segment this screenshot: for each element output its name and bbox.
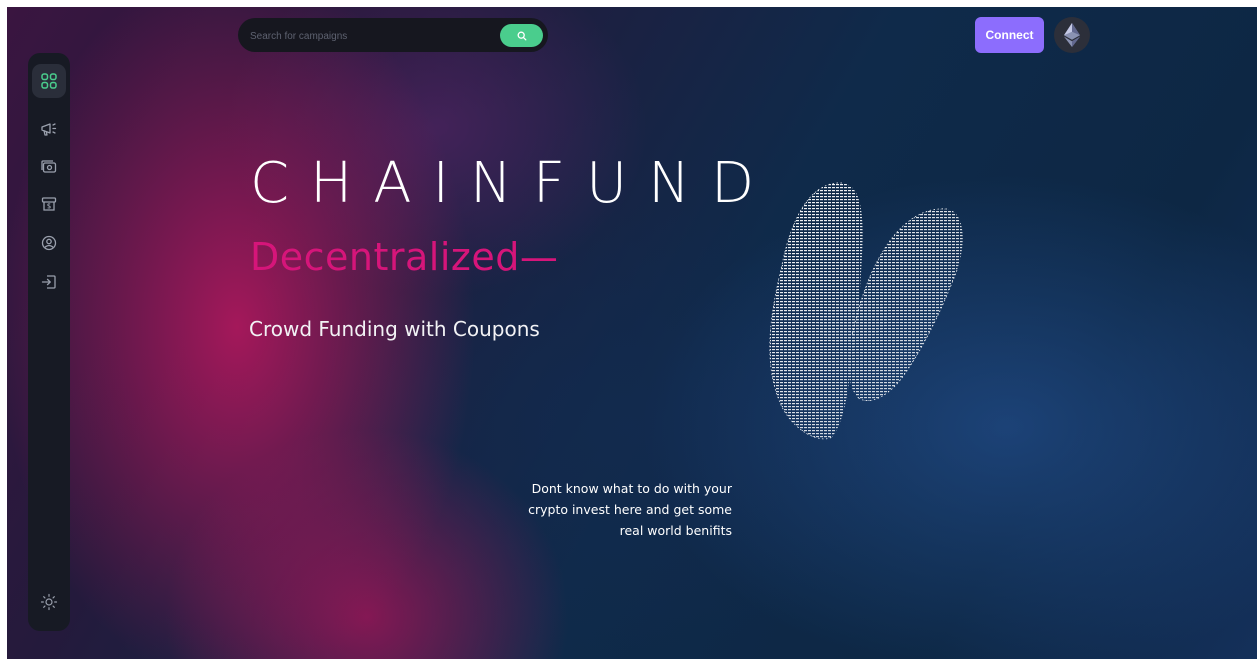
- search-icon: [517, 31, 526, 40]
- sidebar: [28, 53, 70, 631]
- search-input[interactable]: [248, 18, 492, 54]
- sidebar-item-logout[interactable]: [32, 265, 66, 299]
- hero-blurb: Dont know what to do with your crypto in…: [477, 478, 732, 541]
- hero-tagline: Crowd Funding with Coupons: [249, 317, 540, 341]
- connect-button[interactable]: Connect: [975, 17, 1044, 53]
- hero-title: CHAINFUND: [250, 151, 776, 216]
- campaign-icon: [41, 123, 57, 136]
- payment-icon: [41, 160, 57, 173]
- sun-icon: [40, 593, 58, 611]
- blurb-line: real world benifits: [619, 523, 732, 538]
- sidebar-item-campaign[interactable]: [32, 112, 66, 146]
- logout-icon: [41, 275, 56, 289]
- ethereum-icon: [1064, 23, 1080, 47]
- dotted-heart-illustration: [769, 182, 963, 440]
- search-bar: [238, 18, 548, 54]
- sidebar-item-profile[interactable]: [32, 226, 66, 260]
- hero-subtitle: Decentralized—: [250, 235, 559, 279]
- withdraw-icon: [41, 197, 57, 211]
- search-button[interactable]: [500, 24, 543, 47]
- blurb-line: Dont know what to do with your: [531, 481, 732, 496]
- app-frame: Connect: [7, 7, 1257, 659]
- profile-icon: [41, 235, 57, 251]
- theme-toggle[interactable]: [32, 585, 66, 619]
- sidebar-item-dashboard[interactable]: [32, 64, 66, 98]
- wallet-avatar[interactable]: [1054, 17, 1090, 53]
- blurb-line: crypto invest here and get some: [528, 502, 732, 517]
- sidebar-item-payment[interactable]: [32, 150, 66, 184]
- dashboard-icon: [41, 73, 57, 89]
- sidebar-item-withdraw[interactable]: [32, 187, 66, 221]
